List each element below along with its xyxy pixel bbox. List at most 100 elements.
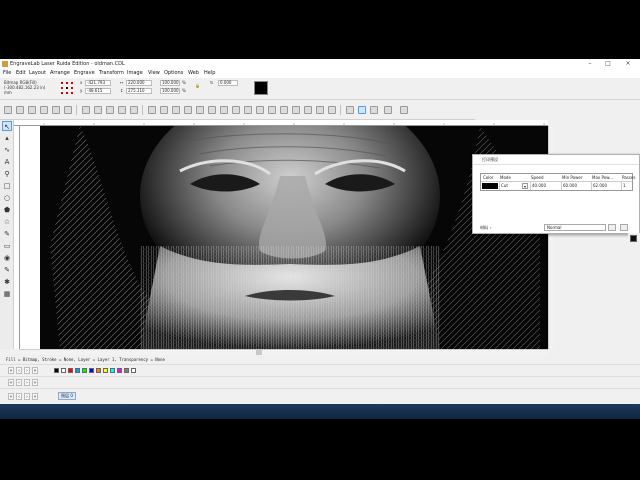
maximize-button[interactable]: □ xyxy=(600,59,616,69)
menu-image[interactable]: Image xyxy=(127,69,143,78)
redo-icon[interactable] xyxy=(130,106,138,114)
height-field[interactable]: 275.110 xyxy=(126,88,152,94)
scale-y-field[interactable]: 100.000 xyxy=(160,88,180,94)
anchor-grid-icon[interactable] xyxy=(60,81,74,95)
copy-icon[interactable] xyxy=(94,106,102,114)
outline-icon[interactable] xyxy=(244,106,252,114)
import-icon[interactable] xyxy=(40,106,48,114)
bitmap-trace-icon[interactable] xyxy=(268,106,276,114)
page-next-icon[interactable]: › xyxy=(24,379,30,386)
layer-tab[interactable]: 图层 0 xyxy=(58,392,76,400)
palette-swatch[interactable] xyxy=(110,368,115,373)
node-edit-icon[interactable] xyxy=(220,106,228,114)
menu-web[interactable]: Web xyxy=(188,69,199,78)
freehand-tool-icon[interactable]: ∿ xyxy=(2,145,12,155)
palette-swatch[interactable] xyxy=(61,368,66,373)
new-icon[interactable] xyxy=(4,106,12,114)
menu-view[interactable]: View xyxy=(148,69,160,78)
menu-options[interactable]: Options xyxy=(164,69,183,78)
offset-icon[interactable] xyxy=(256,106,264,114)
palette-swatch[interactable] xyxy=(75,368,80,373)
row-mode[interactable]: Cut xyxy=(499,182,508,190)
palette-swatch[interactable] xyxy=(54,368,59,373)
fill-color-swatch[interactable] xyxy=(254,81,268,95)
row-color-swatch[interactable] xyxy=(482,183,498,189)
group-icon[interactable] xyxy=(148,106,156,114)
outline-tool-icon[interactable]: ✎ xyxy=(2,265,12,275)
open-icon[interactable] xyxy=(16,106,24,114)
y-position-field[interactable]: -48.615 xyxy=(85,88,111,94)
page-first-icon[interactable]: « xyxy=(8,379,14,386)
layer-last-icon[interactable]: » xyxy=(32,393,38,400)
array-icon[interactable] xyxy=(280,106,288,114)
preview-icon[interactable] xyxy=(370,106,378,114)
ellipse-tool-icon[interactable]: ○ xyxy=(2,193,12,203)
minimize-button[interactable]: – xyxy=(582,59,598,69)
pick-tool-icon[interactable]: ↖ xyxy=(2,121,12,131)
export-icon[interactable] xyxy=(52,106,60,114)
bezier-icon[interactable] xyxy=(232,106,240,114)
material-add-icon[interactable] xyxy=(620,224,628,231)
knife-tool-icon[interactable]: ✎ xyxy=(2,229,12,239)
horizontal-scrollbar[interactable] xyxy=(20,349,548,355)
cut-icon[interactable] xyxy=(82,106,90,114)
undo-icon[interactable] xyxy=(118,106,126,114)
shape-tool-icon[interactable]: ▴ xyxy=(2,133,12,143)
material-settings-icon[interactable] xyxy=(608,224,616,231)
print-icon[interactable] xyxy=(64,106,72,114)
clock-icon[interactable] xyxy=(400,106,408,114)
palette-swatch[interactable] xyxy=(96,368,101,373)
canvas[interactable] xyxy=(20,126,548,349)
envelope-icon[interactable] xyxy=(328,106,336,114)
color-mode-icons[interactable] xyxy=(58,380,74,395)
ungroup-icon[interactable] xyxy=(160,106,168,114)
scale-x-field[interactable]: 100.000 xyxy=(160,80,180,86)
menu-arrange[interactable]: Arrange xyxy=(50,69,70,78)
menu-help[interactable]: Help xyxy=(204,69,215,78)
palette-prev-icon[interactable]: ‹ xyxy=(16,367,22,374)
palette-swatch[interactable] xyxy=(103,368,108,373)
palette-next-icon[interactable]: › xyxy=(24,367,30,374)
polygon-tool-icon[interactable]: ⬟ xyxy=(2,205,12,215)
page-prev-icon[interactable]: ‹ xyxy=(16,379,22,386)
text-tool-icon[interactable]: A xyxy=(2,157,12,167)
star-tool-icon[interactable]: ☆ xyxy=(2,217,12,227)
intersect-icon[interactable] xyxy=(208,106,216,114)
output-icon[interactable] xyxy=(384,106,392,114)
palette-last-icon[interactable]: » xyxy=(32,367,38,374)
palette-first-icon[interactable]: « xyxy=(8,367,14,374)
row-min-power[interactable]: 60.000 xyxy=(561,182,577,190)
lock-ratio-icon[interactable]: 🔒 xyxy=(195,83,200,88)
angle-field[interactable]: 0.000 xyxy=(218,80,238,86)
dock-swatch[interactable] xyxy=(630,235,637,242)
paste-icon[interactable] xyxy=(106,106,114,114)
menu-transform[interactable]: Transform xyxy=(99,69,124,78)
table-row[interactable]: Cut ▾ 40.000 60.000 62.000 1 xyxy=(481,182,632,190)
palette-swatch[interactable] xyxy=(131,368,136,373)
trim-icon[interactable] xyxy=(196,106,204,114)
zoom-tool-icon[interactable]: ⚲ xyxy=(2,169,12,179)
row-speed[interactable]: 40.000 xyxy=(530,182,546,190)
page-last-icon[interactable]: » xyxy=(32,379,38,386)
eraser-tool-icon[interactable]: ▭ xyxy=(2,241,12,251)
save-icon[interactable] xyxy=(28,106,36,114)
palette-swatch[interactable] xyxy=(89,368,94,373)
material-select[interactable]: Normal xyxy=(544,224,606,231)
layer-first-icon[interactable]: « xyxy=(8,393,14,400)
align-icon[interactable] xyxy=(172,106,180,114)
fill-tool-icon[interactable]: ◉ xyxy=(2,253,12,263)
palette-swatch[interactable] xyxy=(82,368,87,373)
palette-swatch[interactable] xyxy=(68,368,73,373)
rectangle-tool-icon[interactable]: □ xyxy=(2,181,12,191)
width-field[interactable]: 220.000 xyxy=(126,80,152,86)
distort-icon[interactable] xyxy=(316,106,324,114)
menu-edit[interactable]: Edit xyxy=(16,69,26,78)
mirror-icon[interactable] xyxy=(292,106,300,114)
weld-icon[interactable] xyxy=(184,106,192,114)
laser-settings-icon[interactable] xyxy=(358,106,366,114)
table-tool-icon[interactable]: ▦ xyxy=(2,289,12,299)
x-position-field[interactable]: -421.793 xyxy=(85,80,111,86)
layer-next-icon[interactable]: › xyxy=(24,393,30,400)
mode-dropdown-icon[interactable]: ▾ xyxy=(522,183,528,189)
palette-swatch[interactable] xyxy=(117,368,122,373)
